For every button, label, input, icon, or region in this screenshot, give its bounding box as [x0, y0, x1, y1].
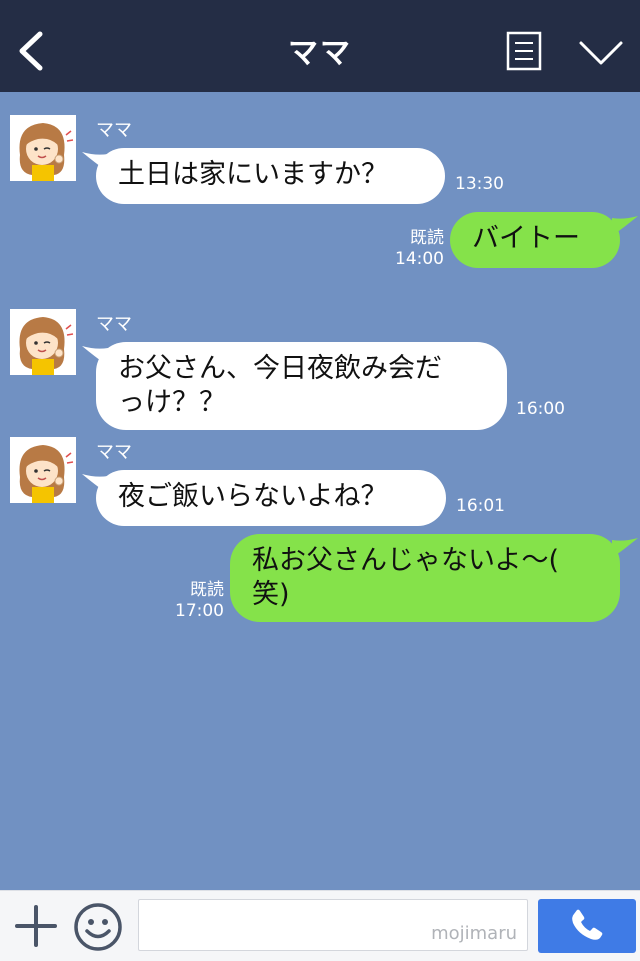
- collapse-button[interactable]: [578, 38, 624, 68]
- sender-name: ママ: [96, 120, 132, 141]
- call-button[interactable]: [538, 899, 636, 953]
- message-text: 土日は家にいますか？: [118, 159, 388, 190]
- plus-icon: [15, 905, 57, 947]
- read-status: 既読 17:00: [160, 580, 224, 622]
- chat-area[interactable]: ママ 土日は家にいますか？ 13:30 既読 14:00 バイトー ママ お父さ…: [0, 92, 640, 890]
- avatar[interactable]: [10, 437, 76, 503]
- bubble-tail: [612, 538, 638, 558]
- message-bubble[interactable]: 土日は家にいますか？: [96, 148, 445, 204]
- message-time: 16:00: [516, 399, 565, 419]
- message-text-line: 笑): [252, 579, 290, 610]
- mom-avatar-icon: [10, 437, 76, 503]
- message-bubble[interactable]: バイトー: [450, 212, 620, 268]
- read-status: 既読 14:00: [380, 228, 444, 270]
- mom-avatar-icon: [10, 309, 76, 375]
- message-time: 13:30: [455, 174, 504, 194]
- emoji-icon: [74, 903, 122, 951]
- menu-icon: [506, 31, 542, 71]
- message-text-line: 私お父さんじゃないよ〜(: [252, 545, 559, 576]
- avatar[interactable]: [10, 309, 76, 375]
- read-label: 既読: [190, 580, 224, 600]
- message-time: 14:00: [395, 249, 444, 269]
- message-bubble[interactable]: 私お父さんじゃないよ〜( 笑): [230, 534, 620, 622]
- menu-button[interactable]: [506, 31, 542, 71]
- message-text: バイトー: [472, 223, 580, 254]
- bubble-tail: [612, 216, 638, 236]
- watermark-text: mojimaru: [431, 923, 517, 944]
- chat-header: ママ: [0, 0, 640, 92]
- emoji-button[interactable]: [72, 901, 124, 953]
- message-text-line: お父さん、今日夜飲み会だ: [118, 353, 442, 384]
- sender-name: ママ: [96, 314, 132, 335]
- avatar[interactable]: [10, 115, 76, 181]
- message-time: 17:00: [175, 601, 224, 621]
- add-button[interactable]: [14, 904, 58, 948]
- read-label: 既読: [410, 228, 444, 248]
- mom-avatar-icon: [10, 115, 76, 181]
- message-text: 夜ご飯いらないよね？: [118, 481, 388, 512]
- message-bubble[interactable]: 夜ご飯いらないよね？: [96, 470, 446, 526]
- message-bubble[interactable]: お父さん、今日夜飲み会だ っけ？？: [96, 342, 507, 430]
- chat-title: ママ: [288, 36, 352, 71]
- message-time: 16:01: [456, 496, 505, 516]
- message-input[interactable]: mojimaru: [138, 899, 528, 951]
- sender-name: ママ: [96, 442, 132, 463]
- phone-icon: [572, 909, 603, 940]
- message-text-line: っけ？？: [118, 387, 226, 418]
- input-bar: mojimaru: [0, 890, 640, 961]
- chevron-down-icon: [579, 41, 623, 65]
